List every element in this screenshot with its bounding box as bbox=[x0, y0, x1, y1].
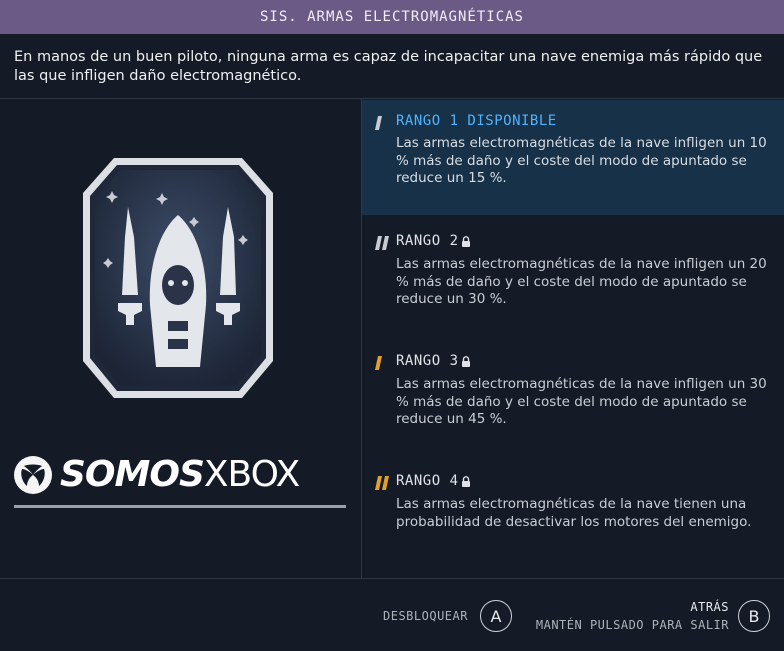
rank-4-desc: Las armas electromagnéticas de la nave t… bbox=[396, 496, 752, 530]
rank-3-title: RANGO 3 bbox=[396, 353, 459, 369]
divider-bottom bbox=[0, 578, 784, 579]
unlock-button[interactable]: A bbox=[480, 600, 512, 632]
rank-2-title: RANGO 2 bbox=[396, 233, 459, 249]
rank-1-title: RANGO 1 DISPONIBLE bbox=[396, 113, 557, 129]
rank-4-title: RANGO 4 bbox=[396, 473, 459, 489]
skill-intro: En manos de un buen piloto, ninguna arma… bbox=[14, 49, 763, 84]
rank-2[interactable]: RANGO 2 Las armas electromagnéticas de l… bbox=[362, 225, 784, 325]
rank-1-mark-icon bbox=[375, 116, 382, 130]
divider-top bbox=[0, 98, 784, 99]
unlock-label: DESBLOQUEAR bbox=[383, 609, 468, 623]
rank-4[interactable]: RANGO 4 Las armas electromagnéticas de l… bbox=[362, 465, 784, 565]
lock-icon bbox=[461, 475, 470, 487]
b-button-key: B bbox=[748, 606, 760, 626]
a-button-key: A bbox=[490, 606, 502, 626]
watermark-xbox: XBOX bbox=[203, 454, 300, 495]
title-bar: SIS. ARMAS ELECTROMAGNÉTICAS bbox=[0, 0, 784, 34]
watermark-somos: SOMOS bbox=[60, 454, 205, 495]
xbox-logo-icon bbox=[14, 455, 52, 494]
rank-3[interactable]: RANGO 3 Las armas electromagnéticas de l… bbox=[362, 345, 784, 445]
rank-2-mark-icon bbox=[375, 236, 389, 250]
rank-3-desc: Las armas electromagnéticas de la nave i… bbox=[396, 376, 767, 427]
rank-1[interactable]: RANGO 1 DISPONIBLE Las armas electromagn… bbox=[362, 100, 784, 215]
rank-4-title-row: RANGO 4 bbox=[396, 473, 471, 489]
somosxbox-watermark: SOMOS XBOX bbox=[14, 454, 300, 495]
lock-icon bbox=[461, 355, 470, 367]
rank-3-title-row: RANGO 3 bbox=[396, 353, 471, 369]
rank-4-mark-icon bbox=[375, 476, 389, 490]
hold-to-exit-label: MANTÉN PULSADO PARA SALIR bbox=[535, 618, 729, 632]
back-label: ATRÁS bbox=[690, 600, 729, 614]
back-button[interactable]: B bbox=[738, 600, 770, 632]
lock-icon bbox=[461, 235, 470, 247]
watermark-underline bbox=[14, 505, 346, 508]
rank-3-mark-icon bbox=[375, 356, 382, 370]
rank-2-title-row: RANGO 2 bbox=[396, 233, 471, 249]
rank-2-desc: Las armas electromagnéticas de la nave i… bbox=[396, 256, 767, 307]
rank-1-desc: Las armas electromagnéticas de la nave i… bbox=[396, 135, 767, 186]
skill-badge bbox=[80, 155, 276, 405]
page-title: SIS. ARMAS ELECTROMAGNÉTICAS bbox=[259, 9, 524, 25]
